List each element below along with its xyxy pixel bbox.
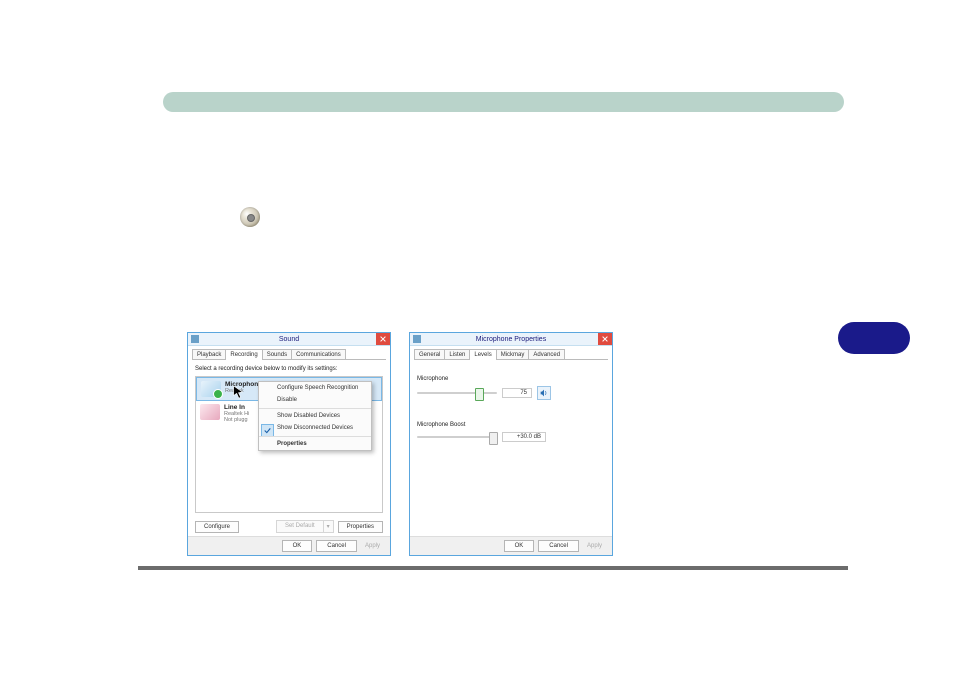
boost-slider[interactable] (417, 433, 497, 441)
apply-button[interactable]: Apply (361, 543, 384, 549)
ok-button[interactable]: OK (282, 540, 313, 552)
tab-levels[interactable]: Levels (469, 349, 496, 360)
titlebar[interactable]: Sound (188, 333, 390, 346)
microphone-boost-section: Microphone Boost +30.0 dB (417, 422, 605, 442)
close-button[interactable] (598, 333, 612, 345)
speaker-button[interactable] (537, 386, 551, 400)
side-badge (838, 322, 910, 354)
ctx-show-disabled[interactable]: Show Disabled Devices (259, 408, 371, 422)
boost-value: +30.0 dB (502, 432, 546, 442)
properties-button[interactable]: Properties (338, 521, 383, 533)
mic-properties-dialog: Microphone Properties General Listen Lev… (409, 332, 613, 556)
window-icon (191, 335, 199, 343)
device-list[interactable]: Microphone Realtek Line In Realtek Hi No… (195, 376, 383, 513)
window-title: Microphone Properties (476, 336, 546, 343)
ctx-label: Show Disconnected Devices (277, 425, 353, 431)
window-icon (413, 335, 421, 343)
tab-strip: Playback Recording Sounds Communications (188, 346, 390, 360)
device-sub: Not plugg (224, 417, 249, 423)
close-button[interactable] (376, 333, 390, 345)
ctx-properties[interactable]: Properties (259, 436, 371, 450)
configure-button[interactable]: Configure (195, 521, 239, 533)
header-pill (163, 92, 844, 112)
instruction-text: Select a recording device below to modif… (195, 366, 383, 372)
set-default-button[interactable]: Set Default (276, 520, 323, 533)
speaker-icon (540, 389, 548, 397)
cancel-button[interactable]: Cancel (316, 540, 357, 552)
ok-button[interactable]: OK (504, 540, 535, 552)
ctx-configure-speech[interactable]: Configure Speech Recognition (259, 382, 371, 394)
set-default-split-button[interactable]: Set Default ▾ (276, 520, 334, 533)
dialog-footer: OK Cancel Apply (410, 536, 612, 555)
tab-strip: General Listen Levels Mickmay Advanced (410, 346, 612, 360)
boost-label: Microphone Boost (417, 422, 605, 428)
microphone-icon (201, 381, 221, 397)
line-in-icon (200, 404, 220, 420)
dialog-footer: OK Cancel Apply (188, 536, 390, 555)
context-menu: Configure Speech Recognition Disable Sho… (258, 381, 372, 451)
apply-button[interactable]: Apply (583, 543, 606, 549)
tab-recording[interactable]: Recording (225, 349, 262, 360)
microphone-level-section: Microphone 75 (417, 376, 605, 400)
ctx-show-disconnected[interactable]: Show Disconnected Devices (259, 422, 371, 434)
cursor-arrow-icon (232, 385, 244, 401)
close-icon (380, 336, 386, 342)
sound-dialog: Sound Playback Recording Sounds Communic… (187, 332, 391, 556)
cancel-button[interactable]: Cancel (538, 540, 579, 552)
set-default-dropdown[interactable]: ▾ (323, 520, 334, 533)
footer-divider (138, 566, 848, 570)
microphone-label: Microphone (417, 376, 605, 382)
window-title: Sound (279, 336, 299, 343)
microphone-value[interactable]: 75 (502, 388, 532, 398)
cd-icon (240, 207, 260, 227)
microphone-slider[interactable] (417, 389, 497, 397)
titlebar[interactable]: Microphone Properties (410, 333, 612, 346)
device-name: Line In (224, 404, 249, 411)
close-icon (602, 336, 608, 342)
ctx-disable[interactable]: Disable (259, 394, 371, 406)
